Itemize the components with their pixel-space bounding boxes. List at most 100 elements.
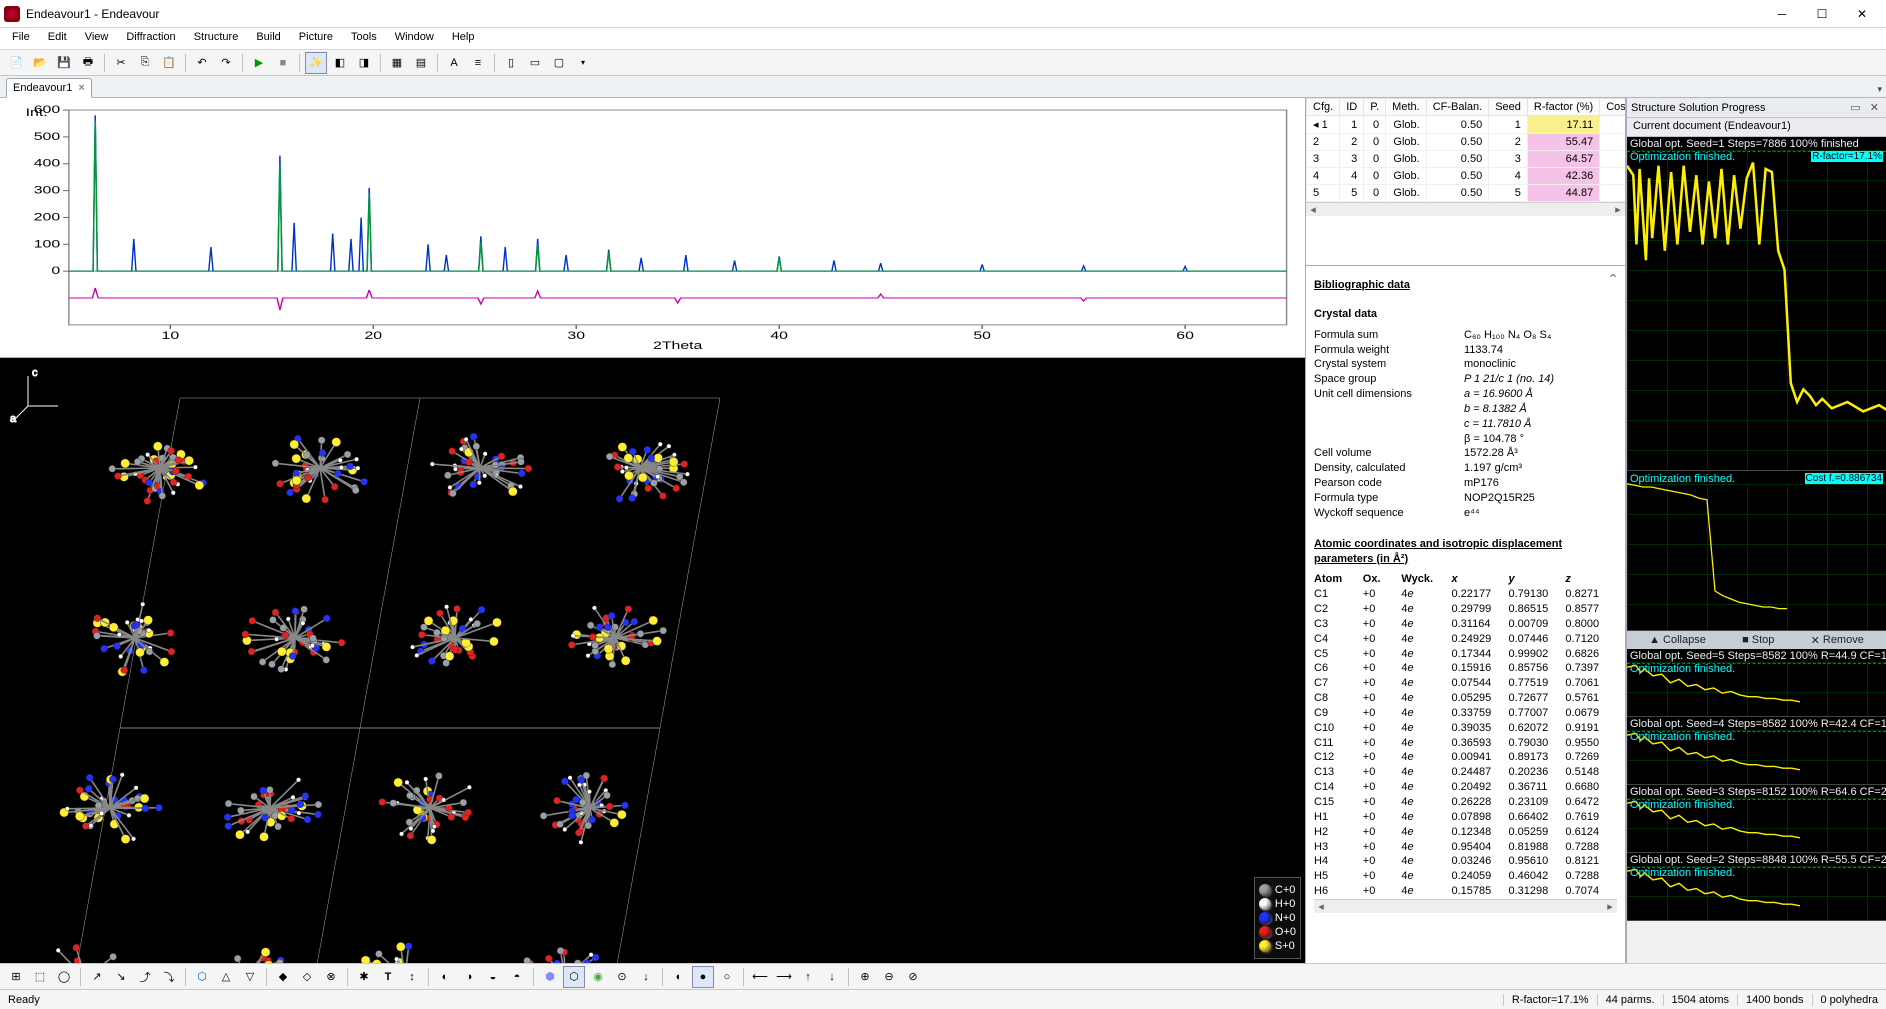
stop-button[interactable]: ■ Stop (1742, 634, 1774, 646)
t2-f[interactable]: ⤴ (134, 966, 156, 988)
config-table[interactable]: Cfg.IDP.Meth.CF-Balan.SeedR-factor (%)Co… (1306, 98, 1625, 202)
align-icon[interactable]: ≡ (467, 52, 489, 74)
grid-icon[interactable]: ▦ (386, 52, 408, 74)
panel1-icon[interactable]: ▯ (500, 52, 522, 74)
t2-p[interactable]: ◑ (458, 966, 480, 988)
diffraction-chart[interactable]: 0100200300400500600102030405060Int.2Thet… (0, 98, 1305, 358)
menu-tools[interactable]: Tools (343, 28, 385, 49)
opt-run-1-cost[interactable]: Optimization finished. Cost f.=0.886734 (1627, 471, 1886, 631)
maximize-button[interactable]: ☐ (1802, 0, 1842, 28)
opt-run-5[interactable]: Global opt. Seed=3 Steps=8152 100% R=64.… (1627, 785, 1886, 853)
side-buttons[interactable]: ▭ ✕ (1850, 101, 1882, 114)
t2-y[interactable]: ● (692, 966, 714, 988)
axes-indicator: c a (10, 364, 70, 424)
t2-g[interactable]: ⤵ (158, 966, 180, 988)
open-icon[interactable]: 📂 (29, 52, 51, 74)
t2-o[interactable]: ◐ (434, 966, 456, 988)
t2-h[interactable]: △ (215, 966, 237, 988)
cfg-row[interactable]: 220Glob.0.50255.47 (1307, 134, 1626, 151)
t2-j[interactable]: ◆ (272, 966, 294, 988)
t2-t[interactable]: ⬡ (563, 966, 585, 988)
new-icon[interactable]: 📄 (5, 52, 27, 74)
menu-structure[interactable]: Structure (186, 28, 247, 49)
t2-r[interactable]: ◓ (506, 966, 528, 988)
tab-endeavour1[interactable]: Endeavour1 × (6, 78, 92, 98)
cfg-row[interactable]: 440Glob.0.50442.36 (1307, 168, 1626, 185)
tool-a-icon[interactable]: ◧ (329, 52, 351, 74)
menu-window[interactable]: Window (387, 28, 442, 49)
t2-4[interactable]: ↓ (821, 966, 843, 988)
hex-icon[interactable]: ⬡ (191, 966, 213, 988)
menu-diffraction[interactable]: Diffraction (118, 28, 183, 49)
tool-b-icon[interactable]: ◨ (353, 52, 375, 74)
opt-run-4[interactable]: Global opt. Seed=4 Steps=8582 100% R=42.… (1627, 717, 1886, 785)
t2-6[interactable]: ⊖ (878, 966, 900, 988)
t2-a[interactable]: ⊞ (5, 966, 27, 988)
t2-7[interactable]: ⊘ (902, 966, 924, 988)
t2-b[interactable]: ⬚ (29, 966, 51, 988)
panel2-icon[interactable]: ▭ (524, 52, 546, 74)
minimize-button[interactable]: ─ (1762, 0, 1802, 28)
paste-icon[interactable]: 📋 (158, 52, 180, 74)
stop-icon[interactable]: ■ (272, 52, 294, 74)
collapse-icon[interactable]: ⌃ (1607, 270, 1619, 289)
t2-i[interactable]: ▽ (239, 966, 261, 988)
grid2-icon[interactable]: ▤ (410, 52, 432, 74)
t2-3[interactable]: ↑ (797, 966, 819, 988)
wizard-icon[interactable]: ✨ (305, 52, 327, 74)
opt-run-1[interactable]: Global opt. Seed=1 Steps=7886 100% finis… (1627, 137, 1886, 471)
scrollbar[interactable]: ◂▸ (1306, 202, 1625, 216)
svg-text:40: 40 (770, 329, 788, 341)
copy-icon[interactable]: ⎘ (134, 52, 156, 74)
menu-file[interactable]: File (4, 28, 38, 49)
label-t-icon[interactable]: T (377, 966, 399, 988)
svg-text:100: 100 (34, 238, 61, 250)
t2-v[interactable]: ⊙ (611, 966, 633, 988)
text-icon[interactable]: A (443, 52, 465, 74)
tab-close-icon[interactable]: × (78, 82, 84, 94)
t2-k[interactable]: ◇ (296, 966, 318, 988)
menu-picture[interactable]: Picture (291, 28, 341, 49)
menu-build[interactable]: Build (248, 28, 288, 49)
t2-c[interactable]: ◯ (53, 966, 75, 988)
opt-run-3[interactable]: Global opt. Seed=5 Steps=8582 100% R=44.… (1627, 649, 1886, 717)
opt-run-6[interactable]: Global opt. Seed=2 Steps=8848 100% R=55.… (1627, 853, 1886, 921)
t2-w[interactable]: ↓ (635, 966, 657, 988)
structure-view[interactable]: c a C+0H+0N+0O+0S+0 (0, 358, 1305, 963)
t2-u[interactable]: ◉ (587, 966, 609, 988)
dropdown-icon[interactable]: ▾ (572, 52, 594, 74)
t2-m[interactable]: ✱ (353, 966, 375, 988)
cfg-row[interactable]: 550Glob.0.50544.87 (1307, 185, 1626, 202)
close-button[interactable]: ✕ (1842, 0, 1882, 28)
t2-2[interactable]: ⟶ (773, 966, 795, 988)
redo-icon[interactable]: ↷ (215, 52, 237, 74)
undo-icon[interactable]: ↶ (191, 52, 213, 74)
side-controls[interactable]: ▲ Collapse ■ Stop ✕ Remove (1627, 631, 1886, 649)
info-panel[interactable]: ⌃ Bibliographic data Crystal data Formul… (1306, 266, 1625, 963)
remove-button[interactable]: ✕ Remove (1811, 634, 1864, 647)
t2-x[interactable]: ◐ (668, 966, 690, 988)
tab-overflow-icon[interactable]: ▾ (1873, 82, 1886, 97)
menu-help[interactable]: Help (444, 28, 483, 49)
t2-1[interactable]: ⟵ (749, 966, 771, 988)
scrollbar[interactable]: ◂▸ (1314, 899, 1617, 913)
t2-n[interactable]: ↕ (401, 966, 423, 988)
menu-edit[interactable]: Edit (40, 28, 75, 49)
t2-s[interactable]: ⬢ (539, 966, 561, 988)
t2-l[interactable]: ⊗ (320, 966, 342, 988)
t2-5[interactable]: ⊕ (854, 966, 876, 988)
menu-view[interactable]: View (77, 28, 117, 49)
save-all-icon[interactable]: 🖶 (77, 52, 99, 74)
cfg-row[interactable]: ◂ 110Glob.0.50117.11 (1307, 116, 1626, 134)
play-icon[interactable]: ▶ (248, 52, 270, 74)
save-icon[interactable]: 💾 (53, 52, 75, 74)
svg-text:200: 200 (34, 211, 61, 223)
t2-z[interactable]: ○ (716, 966, 738, 988)
cfg-row[interactable]: 330Glob.0.50364.57 (1307, 151, 1626, 168)
panel3-icon[interactable]: ▢ (548, 52, 570, 74)
t2-e[interactable]: ↘ (110, 966, 132, 988)
cut-icon[interactable]: ✂ (110, 52, 132, 74)
t2-d[interactable]: ↗ (86, 966, 108, 988)
collapse-button[interactable]: ▲ Collapse (1649, 634, 1706, 646)
t2-q[interactable]: ◒ (482, 966, 504, 988)
